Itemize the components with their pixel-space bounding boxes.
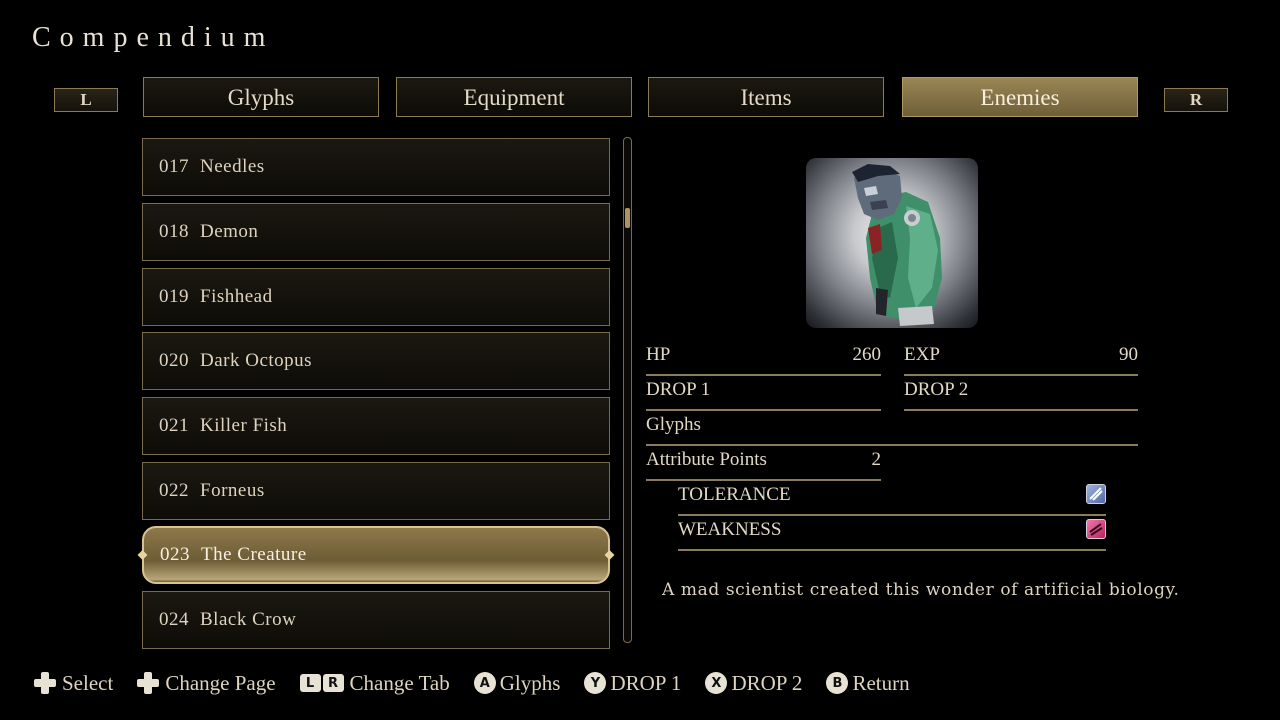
list-item-name: Fishhead	[200, 286, 273, 307]
slash-attribute-icon	[1086, 484, 1106, 504]
stat-weakness: WEAKNESS	[678, 517, 1106, 551]
tab-items[interactable]: Items	[648, 77, 884, 117]
hint-return: B Return	[826, 670, 910, 696]
hint-label: Return	[852, 670, 910, 695]
stat-attribute-points: Attribute Points 2	[646, 447, 881, 481]
stat-hp-label: HP	[646, 344, 671, 365]
stat-hp-value: 260	[852, 344, 882, 365]
list-item-number: 023	[160, 544, 190, 565]
stat-drop2: DROP 2	[904, 377, 1138, 411]
control-hints: Select Change Page L R Change Tab A Glyp…	[34, 669, 934, 697]
stat-drop2-label: DROP 2	[904, 379, 969, 400]
list-item-number: 017	[159, 156, 189, 177]
stat-drop1: DROP 1	[646, 377, 881, 411]
list-item-number: 024	[159, 609, 189, 630]
hint-change-tab: L R Change Tab	[299, 670, 450, 696]
list-item-name: Demon	[200, 221, 259, 242]
hint-label: Glyphs	[499, 670, 561, 695]
hint-label: DROP 1	[610, 670, 682, 695]
list-item-selected[interactable]: 023 The Creature	[137, 526, 615, 584]
stat-glyphs-label: Glyphs	[646, 414, 701, 435]
list-item-name: Killer Fish	[200, 415, 288, 436]
list-item[interactable]: 021 Killer Fish	[142, 397, 610, 455]
hint-label: Change Page	[165, 670, 276, 695]
stat-glyphs: Glyphs	[646, 412, 1138, 446]
selection-marker-right	[604, 550, 615, 560]
hint-label: DROP 2	[731, 670, 803, 695]
stat-drop1-label: DROP 1	[646, 379, 711, 400]
stat-tolerance-label: TOLERANCE	[678, 484, 791, 505]
list-item-name: The Creature	[201, 544, 307, 565]
list-item[interactable]: 020 Dark Octopus	[142, 332, 610, 390]
tab-enemies[interactable]: Enemies	[902, 77, 1138, 117]
list-item-name: Forneus	[200, 480, 265, 501]
list-item-number: 021	[159, 415, 189, 436]
list-item-name: Black Crow	[200, 609, 297, 630]
list-scrollbar[interactable]	[623, 137, 632, 643]
list-item[interactable]: 017 Needles	[142, 138, 610, 196]
stat-attribute-points-value: 2	[871, 449, 882, 470]
page-title: Compendium	[32, 22, 275, 53]
fire-attribute-icon	[1086, 519, 1106, 539]
hint-drop2: X DROP 2	[705, 671, 802, 696]
list-item[interactable]: 022 Forneus	[142, 462, 610, 520]
l-button-icon: L	[299, 674, 321, 692]
hint-label: Change Tab	[349, 670, 450, 695]
a-button-icon: A	[473, 672, 496, 694]
enemy-description: A mad scientist created this wonder of a…	[662, 580, 1180, 600]
hint-select: Select	[34, 671, 113, 696]
hint-label: Select	[62, 670, 114, 695]
hint-change-page: Change Page	[137, 670, 276, 696]
list-item-name: Dark Octopus	[200, 350, 313, 371]
hint-drop1: Y DROP 1	[584, 671, 681, 696]
list-item[interactable]: 024 Black Crow	[142, 591, 610, 649]
r-button-icon: R	[322, 674, 344, 692]
selection-marker-left	[137, 550, 148, 560]
list-item-number: 022	[159, 480, 189, 501]
list-item[interactable]: 019 Fishhead	[142, 268, 610, 326]
stat-exp: EXP 90	[904, 342, 1138, 376]
stat-exp-value: 90	[1119, 344, 1138, 365]
b-button-icon: B	[826, 672, 849, 694]
stat-weakness-label: WEAKNESS	[678, 519, 782, 540]
tab-glyphs[interactable]: Glyphs	[143, 77, 379, 117]
y-button-icon: Y	[584, 672, 607, 694]
dpad-icon	[34, 672, 56, 694]
tab-equipment[interactable]: Equipment	[396, 77, 632, 117]
list-item-number: 020	[159, 350, 189, 371]
stat-tolerance: TOLERANCE	[678, 482, 1106, 516]
dpad-icon	[137, 672, 160, 694]
stat-attribute-points-label: Attribute Points	[646, 449, 767, 470]
scrollbar-thumb[interactable]	[625, 208, 630, 228]
shoulder-right-button[interactable]: R	[1164, 88, 1228, 112]
enemy-portrait	[806, 158, 978, 328]
stat-exp-label: EXP	[904, 344, 940, 365]
shoulder-left-button[interactable]: L	[54, 88, 118, 112]
list-item[interactable]: 018 Demon	[142, 203, 610, 261]
list-item-number: 018	[159, 221, 189, 242]
x-button-icon: X	[705, 672, 728, 694]
hint-glyphs: A Glyphs	[473, 670, 561, 696]
list-item-name: Needles	[200, 156, 265, 177]
stat-hp: HP 260	[646, 342, 881, 376]
list-item-number: 019	[159, 286, 189, 307]
